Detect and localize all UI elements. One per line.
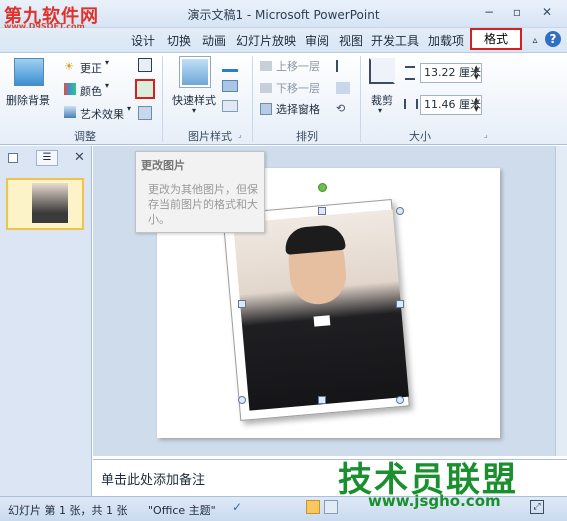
watermark-url: www.jsgho.com — [368, 492, 501, 510]
theme-name: "Office 主题" — [148, 504, 216, 517]
send-backward-icon — [260, 83, 272, 93]
tooltip: 更改图片 更改为其他图片，但保存当前图片的格式和大小。 — [135, 151, 265, 233]
width-value: 11.46 厘米 — [424, 98, 481, 111]
corrections-button[interactable]: 更正 — [80, 60, 102, 76]
close-pane-icon[interactable]: ✕ — [74, 150, 85, 165]
reset-picture-icon[interactable] — [138, 106, 152, 120]
spin-arrows-icon[interactable]: ▲ ▼ — [474, 96, 479, 114]
tab-slideshow[interactable]: 幻灯片放映 — [236, 32, 296, 50]
portrait-collar — [313, 315, 331, 327]
change-picture-icon[interactable] — [135, 79, 155, 99]
vertical-scrollbar[interactable] — [555, 146, 567, 456]
help-icon[interactable]: ? — [545, 31, 561, 47]
size-group-label: 大小 — [409, 130, 431, 143]
height-input[interactable]: 13.22 厘米 ▲ ▼ — [420, 63, 482, 83]
resize-handle[interactable] — [396, 207, 404, 215]
group-separator — [162, 56, 163, 142]
normal-view-icon[interactable] — [306, 500, 320, 514]
tab-format[interactable]: 格式 — [470, 28, 522, 50]
thumbnail-picture — [32, 183, 68, 223]
sun-icon: ☀ — [64, 60, 74, 73]
resize-handle[interactable] — [396, 300, 404, 308]
rotate-icon[interactable]: ⟲ — [336, 102, 350, 115]
picture-effects-icon[interactable] — [222, 80, 238, 92]
portrait-hair — [283, 223, 346, 255]
slide-sorter-icon[interactable] — [324, 500, 338, 514]
tab-view[interactable]: 视图 — [337, 32, 365, 50]
chevron-down-icon: ▾ — [127, 104, 132, 113]
spellcheck-icon[interactable]: ✓ — [232, 500, 242, 514]
spin-arrows-icon[interactable]: ▲ ▼ — [474, 64, 479, 82]
group-icon[interactable] — [336, 82, 350, 94]
slides-tab-icon[interactable] — [8, 153, 18, 163]
color-button[interactable]: 颜色 — [80, 83, 102, 99]
notes-placeholder: 单击此处添加备注 — [101, 473, 206, 488]
slide-counter: 幻灯片 第 1 张，共 1 张 — [8, 504, 128, 517]
picture-border-icon[interactable] — [222, 60, 238, 72]
close-button[interactable]: ✕ — [536, 4, 558, 20]
fit-window-icon[interactable]: ⤢ — [530, 500, 544, 514]
selection-pane-icon — [260, 103, 272, 115]
tooltip-title: 更改图片 — [141, 159, 185, 172]
collapse-ribbon-icon[interactable]: ▵ — [528, 32, 542, 50]
height-value: 13.22 厘米 — [424, 66, 481, 79]
group-separator — [252, 56, 253, 142]
chevron-down-icon: ▾ — [105, 81, 110, 90]
artistic-effects-icon — [64, 106, 76, 118]
chevron-down-icon: ▾ — [105, 58, 110, 67]
selected-picture[interactable] — [233, 209, 409, 411]
artistic-effects-button[interactable]: 艺术效果 — [80, 106, 124, 122]
resize-handle[interactable] — [238, 396, 246, 404]
width-input[interactable]: 11.46 厘米 ▲ ▼ — [420, 95, 482, 115]
remove-background-icon — [14, 58, 44, 86]
rotation-handle[interactable] — [318, 183, 327, 192]
picture-layout-icon[interactable] — [222, 100, 238, 112]
minimize-button[interactable]: − — [478, 4, 500, 20]
chevron-down-icon: ▾ — [192, 106, 197, 115]
tab-transitions[interactable]: 切换 — [164, 32, 194, 50]
remove-background-button[interactable]: 删除背景 — [6, 92, 50, 108]
adjust-group-label: 调整 — [74, 130, 96, 143]
compress-pictures-icon[interactable] — [138, 58, 152, 72]
tab-animations[interactable]: 动画 — [199, 32, 229, 50]
height-icon — [405, 66, 415, 80]
crop-icon — [369, 58, 395, 84]
dialog-launcher-icon[interactable]: ⌟ — [238, 130, 242, 139]
selection-pane-button[interactable]: 选择窗格 — [276, 101, 320, 117]
color-icon — [64, 83, 76, 95]
restore-button[interactable]: ▫ — [506, 4, 528, 20]
tab-design[interactable]: 设计 — [128, 32, 158, 50]
group-separator — [360, 56, 361, 142]
resize-handle[interactable] — [318, 207, 326, 215]
dialog-launcher-icon[interactable]: ⌟ — [484, 130, 488, 139]
tab-developer[interactable]: 开发工具 — [370, 32, 420, 50]
bring-forward-icon — [260, 61, 272, 71]
outline-tab-icon[interactable]: ☰ — [36, 150, 58, 166]
resize-handle[interactable] — [396, 396, 404, 404]
tab-addins[interactable]: 加载项 — [426, 32, 466, 50]
resize-handle[interactable] — [238, 300, 246, 308]
arrange-group-label: 排列 — [296, 130, 318, 143]
tab-review[interactable]: 审阅 — [303, 32, 331, 50]
resize-handle[interactable] — [318, 396, 326, 404]
width-icon — [404, 99, 418, 109]
tooltip-body: 更改为其他图片，但保存当前图片的格式和大小。 — [148, 183, 258, 226]
bring-forward-button[interactable]: 上移一层 — [276, 58, 320, 74]
chevron-down-icon: ▾ — [378, 106, 383, 115]
send-backward-button[interactable]: 下移一层 — [276, 80, 320, 96]
align-icon[interactable] — [336, 60, 350, 72]
quick-styles-icon — [179, 56, 211, 88]
